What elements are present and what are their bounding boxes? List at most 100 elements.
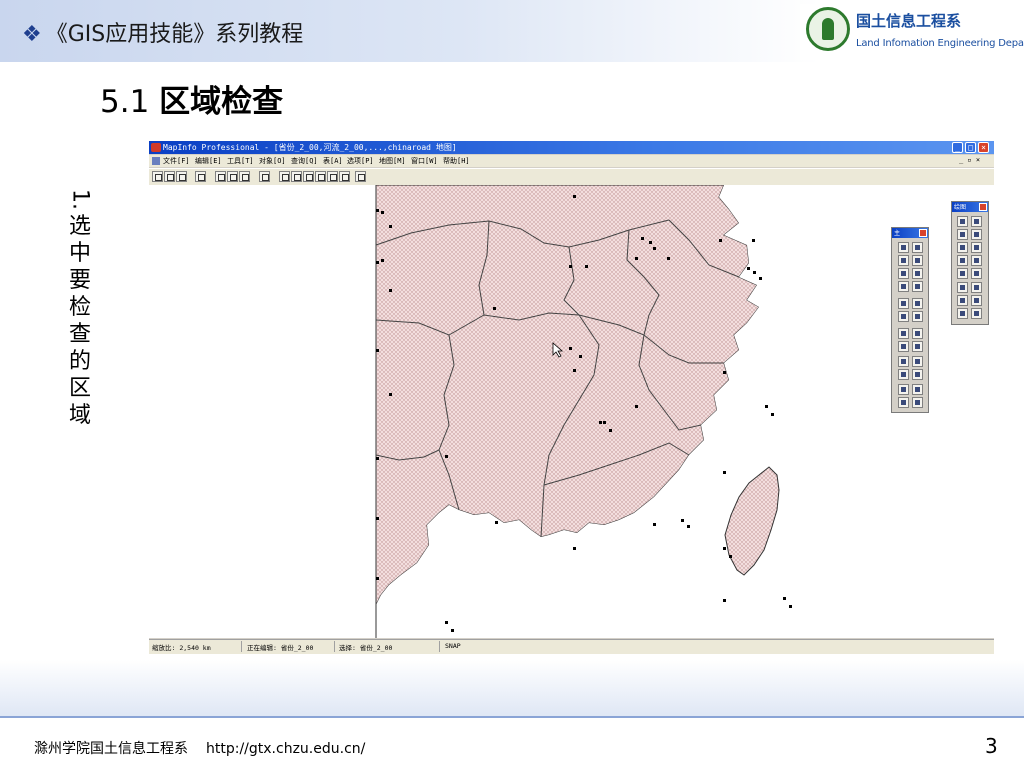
reshape-icon[interactable] — [957, 282, 968, 293]
mapbasic-icon[interactable] — [339, 171, 350, 182]
new-grapher-icon[interactable] — [303, 171, 314, 182]
clip-region-icon[interactable] — [898, 384, 909, 395]
step-char: 选 — [68, 214, 91, 239]
text-style-icon[interactable] — [971, 308, 982, 319]
cut-icon[interactable] — [215, 171, 226, 182]
set-target-icon[interactable] — [912, 384, 923, 395]
print-icon[interactable] — [195, 171, 206, 182]
maximize-button[interactable]: □ — [965, 142, 976, 153]
change-view-icon[interactable] — [898, 311, 909, 322]
move-layout-icon[interactable] — [912, 397, 923, 408]
save-icon[interactable] — [176, 171, 187, 182]
close-button[interactable]: × — [978, 142, 989, 153]
redistrict-icon[interactable] — [327, 171, 338, 182]
section-number: 5.1 — [100, 84, 150, 120]
standard-toolbar — [149, 168, 994, 186]
polygon-tool-icon[interactable] — [957, 242, 968, 253]
polyline-tool-icon[interactable] — [957, 229, 968, 240]
open-icon[interactable] — [164, 171, 175, 182]
undo-icon[interactable] — [259, 171, 270, 182]
label-tool-icon[interactable] — [898, 341, 909, 352]
drawing-palette-titlebar[interactable]: 绘图 — [952, 202, 988, 212]
main-palette-titlebar[interactable]: 主 — [892, 228, 928, 238]
frame-tool-icon[interactable] — [971, 268, 982, 279]
menu-window[interactable]: 窗口[W] — [411, 156, 438, 166]
course-title: ❖ 《GIS应用技能》系列教程 — [22, 22, 304, 47]
palette-close-icon[interactable] — [919, 229, 927, 237]
menu-tools[interactable]: 工具[T] — [227, 156, 254, 166]
ellipse-tool-icon[interactable] — [971, 242, 982, 253]
new-mapper-icon[interactable] — [291, 171, 302, 182]
menu-table[interactable]: 表[A] — [323, 156, 343, 166]
unselect-all-icon[interactable] — [912, 268, 923, 279]
layer-control-icon[interactable] — [898, 356, 909, 367]
footer-org: 滁州学院国土信息工程系 — [34, 741, 188, 757]
department-name-cn: 国土信息工程系 — [856, 12, 962, 30]
menu-file[interactable]: 文件[F] — [163, 156, 190, 166]
mapinfo-window: MapInfo Professional - [省份_2_00,河流_2_00,… — [149, 141, 994, 654]
menu-map[interactable]: 地图[M] — [379, 156, 406, 166]
minimize-button[interactable]: _ — [952, 142, 963, 153]
step-char: 检 — [68, 295, 91, 320]
new-icon[interactable] — [152, 171, 163, 182]
add-node-icon[interactable] — [971, 282, 982, 293]
status-editing[interactable]: 正在编辑: 省份_2_00 — [247, 642, 313, 652]
zoom-out-icon[interactable] — [912, 298, 923, 309]
symbol-tool-icon[interactable] — [957, 216, 968, 227]
menu-bar: 文件[F] 编辑[E] 工具[T] 对象[O] 查询[Q] 表[A] 选项[P]… — [149, 155, 994, 167]
copy-icon[interactable] — [227, 171, 238, 182]
step-char: 区 — [68, 376, 91, 401]
new-browser-icon[interactable] — [279, 171, 290, 182]
page-number: 3 — [985, 734, 998, 758]
rounded-rect-tool-icon[interactable] — [971, 255, 982, 266]
marquee-select-icon[interactable] — [912, 242, 923, 253]
status-snap[interactable]: SNAP — [445, 642, 461, 650]
menu-help[interactable]: 帮助[H] — [443, 156, 470, 166]
main-toolbox-palette[interactable]: 主 — [891, 227, 929, 413]
polygon-select-icon[interactable] — [912, 255, 923, 266]
boundary-select-icon[interactable] — [898, 268, 909, 279]
department-logo: 国土信息工程系 Land Infomation Engineering Depa… — [800, 4, 1024, 60]
map-canvas[interactable] — [149, 185, 994, 638]
status-selecting[interactable]: 选择: 省份_2_00 — [339, 642, 392, 652]
footer-url[interactable]: http://gtx.chzu.edu.cn/ — [206, 741, 365, 757]
select-tool-icon[interactable] — [898, 242, 909, 253]
palette-close-icon[interactable] — [979, 203, 987, 211]
menu-options[interactable]: 选项[P] — [347, 156, 374, 166]
symbol-style-icon[interactable] — [957, 295, 968, 306]
menu-objects[interactable]: 对象[O] — [259, 156, 286, 166]
drawing-palette[interactable]: 绘图 — [951, 201, 989, 325]
step-char: 中 — [68, 241, 91, 266]
step-char: 1. — [67, 189, 93, 210]
new-layout-icon[interactable] — [315, 171, 326, 182]
arc-tool-icon[interactable] — [971, 229, 982, 240]
map-view[interactable]: 主 绘图 — [149, 185, 994, 638]
line-tool-icon[interactable] — [971, 216, 982, 227]
invert-selection-icon[interactable] — [898, 281, 909, 292]
line-style-icon[interactable] — [971, 295, 982, 306]
legend-icon[interactable] — [898, 369, 909, 380]
graph-select-icon[interactable] — [912, 281, 923, 292]
text-tool-icon[interactable] — [957, 268, 968, 279]
menu-query[interactable]: 查询[Q] — [291, 156, 318, 166]
status-divider — [439, 641, 440, 652]
status-zoom[interactable]: 缩放比: 2,540 km — [152, 642, 211, 652]
drag-map-icon[interactable] — [912, 341, 923, 352]
region-style-icon[interactable] — [957, 308, 968, 319]
info-tool-icon[interactable] — [898, 328, 909, 339]
radius-select-icon[interactable] — [898, 255, 909, 266]
rectangle-tool-icon[interactable] — [957, 255, 968, 266]
zoom-in-icon[interactable] — [898, 298, 909, 309]
document-icon — [152, 157, 160, 165]
grabber-hand-icon[interactable] — [912, 311, 923, 322]
drag-window-icon[interactable] — [898, 397, 909, 408]
window-titlebar[interactable]: MapInfo Professional - [省份_2_00,河流_2_00,… — [149, 141, 994, 154]
paste-icon[interactable] — [239, 171, 250, 182]
ruler-icon[interactable] — [912, 356, 923, 367]
hotlink-icon[interactable] — [912, 328, 923, 339]
menu-edit[interactable]: 编辑[E] — [195, 156, 222, 166]
help-icon[interactable] — [355, 171, 366, 182]
statistics-icon[interactable] — [912, 369, 923, 380]
child-window-controls[interactable]: _ ▫ × — [959, 156, 980, 164]
slide-footer: 滁州学院国土信息工程系 http://gtx.chzu.edu.cn/ 3 — [0, 718, 1024, 768]
